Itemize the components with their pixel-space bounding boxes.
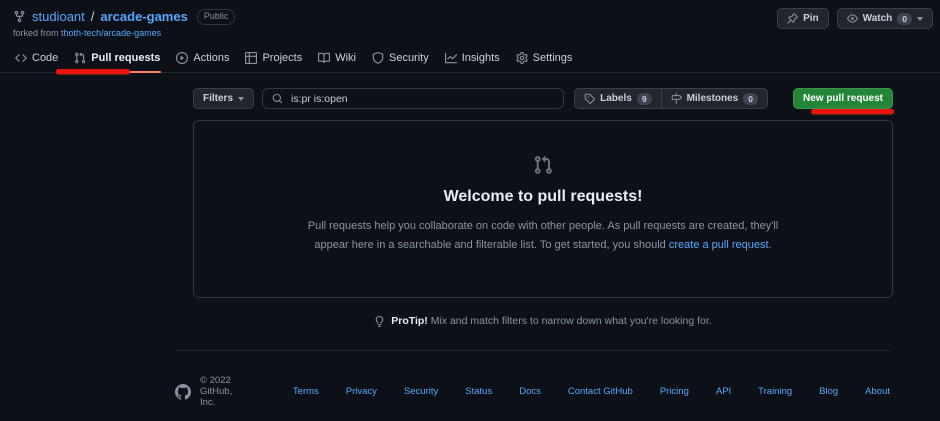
repo-title-row: studioant / arcade-games Public	[13, 9, 235, 25]
tab-label: Actions	[193, 52, 229, 64]
repo-owner-link[interactable]: studioant	[32, 9, 85, 24]
gear-icon	[516, 52, 528, 64]
tab-label: Wiki	[335, 52, 356, 64]
footer-row: © 2022 GitHub, Inc. Terms Privacy Securi…	[175, 351, 890, 408]
footer-link-pricing[interactable]: Pricing	[660, 386, 689, 397]
git-pull-request-icon	[74, 52, 86, 64]
git-pull-request-icon	[533, 155, 553, 175]
filter-bar: Filters Labels 9 Milestones 0 New pull r…	[193, 88, 893, 109]
code-icon	[15, 52, 27, 64]
footer-link-api[interactable]: API	[716, 386, 731, 397]
new-pull-request-button[interactable]: New pull request	[793, 88, 893, 109]
footer-link-blog[interactable]: Blog	[819, 386, 838, 397]
chevron-down-icon	[917, 17, 923, 21]
tab-settings[interactable]: Settings	[508, 44, 581, 72]
description-suffix: .	[769, 239, 772, 251]
protip-text: Mix and match filters to narrow down wha…	[428, 315, 712, 327]
forked-from-label: forked from	[13, 28, 59, 38]
play-icon	[176, 52, 188, 64]
create-pull-request-link[interactable]: create a pull request	[669, 239, 769, 251]
repo-forked-icon	[13, 10, 26, 23]
visibility-badge: Public	[197, 9, 236, 25]
tag-icon	[584, 93, 595, 104]
labels-button[interactable]: Labels 9	[574, 88, 661, 109]
pin-icon	[787, 13, 798, 24]
shield-icon	[372, 52, 384, 64]
tab-label: Projects	[262, 52, 302, 64]
pin-button[interactable]: Pin	[777, 8, 829, 29]
milestones-count: 0	[743, 93, 758, 105]
tab-label: Security	[389, 52, 429, 64]
footer-link-security[interactable]: Security	[404, 386, 438, 397]
watch-count: 0	[897, 13, 912, 25]
annotation-underline-pull-requests	[56, 69, 130, 74]
tab-label: Insights	[462, 52, 500, 64]
table-icon	[245, 52, 257, 64]
filters-label: Filters	[203, 93, 233, 104]
tab-wiki[interactable]: Wiki	[310, 44, 364, 72]
footer-link-training[interactable]: Training	[758, 386, 792, 397]
footer: © 2022 GitHub, Inc. Terms Privacy Securi…	[175, 350, 890, 408]
labels-label: Labels	[600, 93, 632, 104]
labels-count: 9	[637, 93, 652, 105]
annotation-underline-new-pull-request	[811, 109, 894, 114]
protip: ProTip! Mix and match filters to narrow …	[193, 315, 893, 327]
copyright: © 2022 GitHub, Inc.	[200, 375, 240, 408]
tab-label: Code	[32, 52, 58, 64]
milestones-label: Milestones	[687, 93, 739, 104]
description-line1: Pull requests help you collaborate on co…	[308, 220, 779, 232]
tab-code[interactable]: Code	[7, 44, 66, 72]
tab-label: Pull requests	[91, 52, 160, 64]
filters-dropdown-button[interactable]: Filters	[193, 88, 254, 109]
footer-link-contact[interactable]: Contact GitHub	[568, 386, 633, 397]
footer-link-privacy[interactable]: Privacy	[346, 386, 377, 397]
footer-link-terms[interactable]: Terms	[293, 386, 319, 397]
milestone-icon	[671, 93, 682, 104]
search-box	[262, 88, 564, 109]
tab-security[interactable]: Security	[364, 44, 437, 72]
tab-label: Settings	[533, 52, 573, 64]
protip-bold: ProTip!	[391, 315, 428, 327]
graph-icon	[445, 52, 457, 64]
footer-link-about[interactable]: About	[865, 386, 890, 397]
tab-actions[interactable]: Actions	[168, 44, 237, 72]
watch-label: Watch	[863, 13, 893, 24]
description-line2: appear here in a searchable and filterab…	[314, 239, 668, 251]
search-icon	[272, 93, 283, 104]
tab-insights[interactable]: Insights	[437, 44, 508, 72]
github-mark-icon[interactable]	[175, 384, 191, 400]
repo-separator: /	[91, 9, 95, 24]
footer-link-status[interactable]: Status	[465, 386, 492, 397]
header-actions: Pin Watch 0	[777, 8, 933, 29]
forked-from: forked from thoth-tech/arcade-games	[13, 28, 161, 38]
tab-pull-requests[interactable]: Pull requests	[66, 44, 168, 72]
watch-button[interactable]: Watch 0	[837, 8, 933, 29]
pin-label: Pin	[803, 13, 819, 24]
labels-milestones-group: Labels 9 Milestones 0	[574, 88, 768, 109]
repo-nav: Code Pull requests Actions Projects Wiki…	[0, 44, 940, 73]
book-icon	[318, 52, 330, 64]
eye-icon	[847, 13, 858, 24]
footer-link-docs[interactable]: Docs	[519, 386, 541, 397]
empty-state-description: Pull requests help you collaborate on co…	[253, 217, 833, 254]
tab-projects[interactable]: Projects	[237, 44, 310, 72]
search-input[interactable]	[289, 92, 554, 106]
repo-name-link[interactable]: arcade-games	[100, 9, 187, 24]
new-pull-request-label: New pull request	[803, 93, 883, 104]
footer-links: Terms Privacy Security Status Docs Conta…	[293, 386, 890, 397]
github-pull-requests-page: studioant / arcade-games Public forked f…	[0, 0, 940, 421]
empty-state-title: Welcome to pull requests!	[194, 188, 892, 206]
forked-from-link[interactable]: thoth-tech/arcade-games	[61, 28, 161, 38]
milestones-button[interactable]: Milestones 0	[662, 88, 768, 109]
chevron-down-icon	[238, 97, 244, 101]
light-bulb-icon	[374, 316, 385, 327]
empty-state-panel: Welcome to pull requests! Pull requests …	[193, 120, 893, 298]
